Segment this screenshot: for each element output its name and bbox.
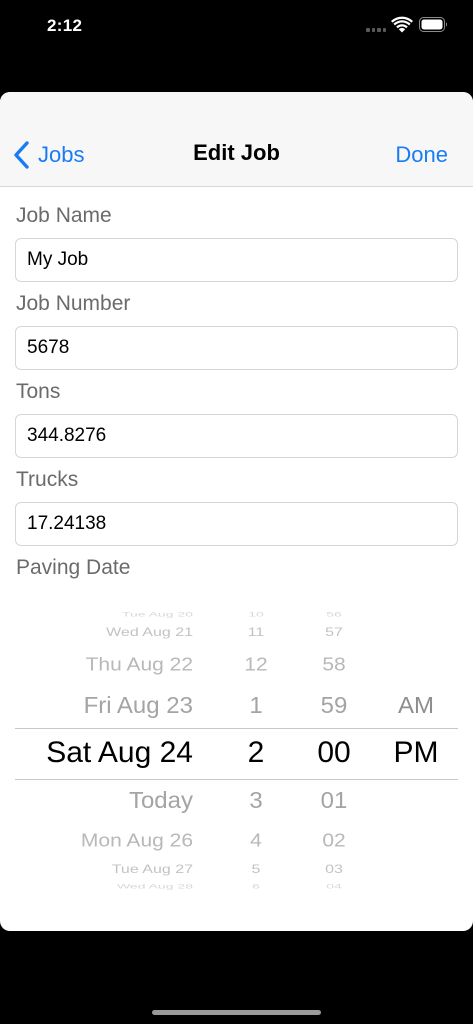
picker-row[interactable]: Wed Aug 21 11 57 — [0, 618, 473, 648]
job-name-input[interactable] — [15, 238, 458, 282]
picker-minute: 01 — [320, 787, 348, 814]
trucks-label: Trucks — [16, 468, 79, 491]
picker-minute: 02 — [322, 830, 346, 851]
status-time: 2:12 — [47, 16, 83, 35]
picker-date: Thu Aug 22 — [85, 654, 193, 675]
done-button[interactable]: Done — [395, 142, 448, 168]
picker-minute: 04 — [326, 882, 342, 890]
picker-row[interactable]: Wed Aug 28 6 04 — [0, 871, 473, 890]
job-number-input[interactable] — [15, 326, 458, 370]
picker-row[interactable]: Thu Aug 22 12 58 — [0, 650, 473, 680]
picker-minute: 00 — [317, 736, 351, 769]
edit-job-sheet: Jobs Edit Job Done Job Name Job Number T… — [0, 92, 473, 931]
cellular-signal-icon — [366, 28, 386, 32]
paving-date-label: Paving Date — [16, 556, 131, 579]
picker-date: Today — [128, 787, 193, 814]
tons-input[interactable] — [15, 414, 458, 458]
picker-date: Mon Aug 26 — [80, 830, 193, 851]
navigation-bar: Jobs Edit Job Done — [0, 92, 473, 187]
picker-ampm: AM — [398, 692, 434, 719]
picker-minute: 59 — [320, 692, 348, 719]
wifi-icon — [391, 16, 413, 33]
picker-row[interactable]: Fri Aug 23 1 59 AM — [0, 691, 473, 721]
date-time-picker[interactable]: Tue Aug 20 10 56 Wed Aug 21 11 57 Thu Aug 22 12… — [0, 612, 473, 890]
picker-minute: 58 — [322, 654, 346, 675]
job-name-label: Job Name — [16, 204, 112, 227]
picker-selection-top-line — [15, 728, 458, 729]
trucks-input[interactable] — [15, 502, 458, 546]
status-bar: 2:12 — [0, 0, 473, 50]
picker-row[interactable]: Today 3 01 — [0, 786, 473, 816]
tons-label: Tons — [16, 380, 61, 403]
picker-ampm: PM — [393, 736, 439, 769]
picker-date: Sat Aug 24 — [46, 736, 193, 769]
picker-date: Wed Aug 21 — [106, 626, 193, 639]
job-number-label: Job Number — [16, 292, 131, 315]
home-indicator — [152, 1010, 321, 1015]
picker-selection-bottom-line — [15, 779, 458, 780]
picker-date: Fri Aug 23 — [83, 692, 193, 719]
picker-row[interactable]: Mon Aug 26 4 02 — [0, 826, 473, 856]
picker-date: Wed Aug 28 — [116, 882, 193, 890]
picker-minute: 57 — [325, 626, 343, 639]
battery-icon — [419, 17, 447, 32]
picker-row-selected[interactable]: Sat Aug 24 2 00 PM — [0, 738, 473, 768]
